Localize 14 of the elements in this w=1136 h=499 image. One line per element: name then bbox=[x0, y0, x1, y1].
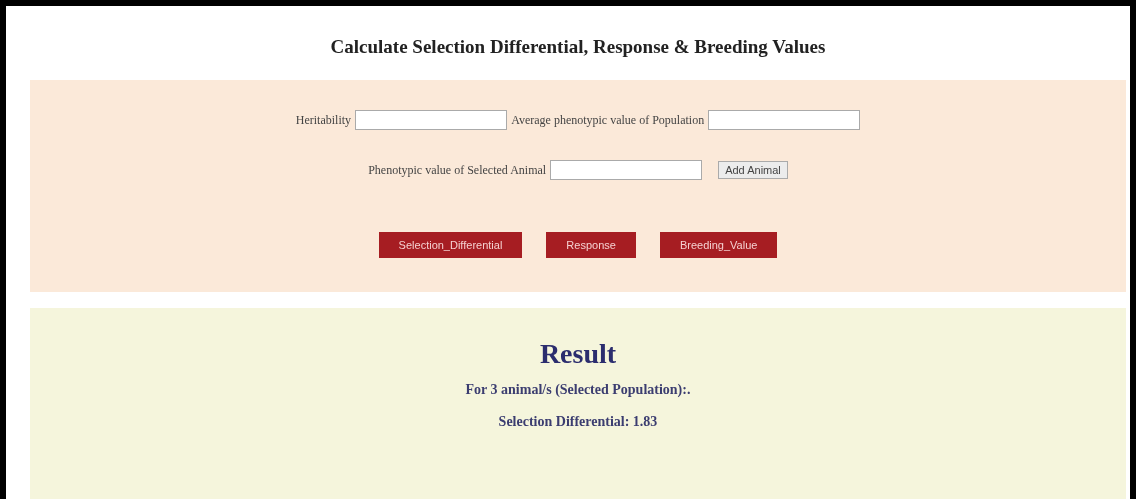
page-title: Calculate Selection Differential, Response & Breeding Values bbox=[329, 35, 827, 59]
add-animal-button[interactable]: Add Animal bbox=[718, 161, 788, 179]
field-label: Average phenotypic value of Population bbox=[511, 112, 705, 128]
field-label: Heritability bbox=[295, 112, 352, 128]
action-button[interactable]: Response bbox=[546, 232, 636, 258]
field-label: Phenotypic value of Selected Animal bbox=[368, 162, 547, 178]
result-text: Selection Differential: 1.83 bbox=[498, 414, 658, 430]
action-button[interactable]: Breeding_Value bbox=[659, 232, 778, 258]
input-field[interactable] bbox=[355, 110, 508, 130]
action-button[interactable]: Selection_Differential bbox=[378, 232, 523, 258]
result-text: For 3 animal/s (Selected Population):. bbox=[465, 382, 691, 398]
input-field[interactable] bbox=[550, 160, 703, 180]
input-field[interactable] bbox=[708, 110, 861, 130]
result-heading: Result bbox=[539, 338, 617, 370]
